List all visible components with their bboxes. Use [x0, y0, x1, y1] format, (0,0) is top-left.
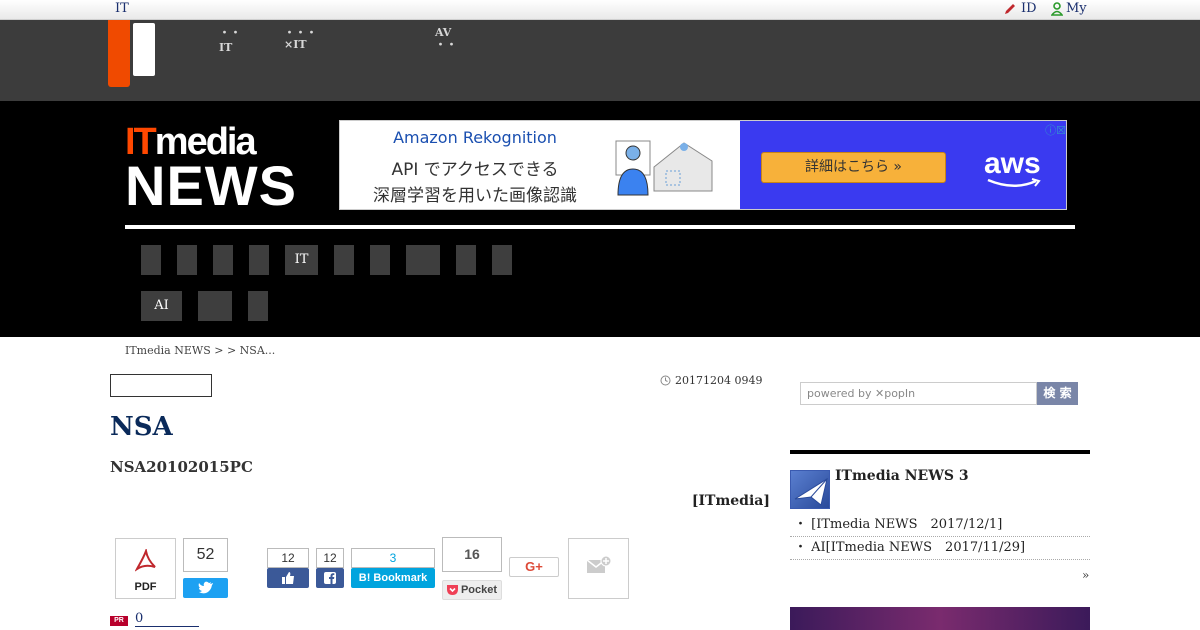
pocket-count: 16: [442, 537, 502, 572]
thumbs-up-icon: [282, 572, 294, 584]
site-nav-item[interactable]: ・・・ ×IT: [284, 27, 317, 51]
ad-line3: 深層学習を用いた画像認識: [373, 186, 577, 206]
tweet-button[interactable]: [183, 578, 228, 598]
pocket-icon: [447, 585, 458, 595]
category-tab-ai[interactable]: AI: [141, 291, 182, 321]
hatena-count: 3: [351, 548, 435, 568]
my-link-label: My: [1066, 1, 1087, 16]
sidebar-ad-image[interactable]: [790, 607, 1090, 630]
pdf-button[interactable]: PDF: [115, 538, 176, 599]
site-nav-item-line2: IT: [219, 41, 233, 54]
category-tab[interactable]: [198, 291, 232, 321]
category-tab[interactable]: [456, 245, 476, 275]
search-input[interactable]: powered by ✕popIn: [800, 382, 1037, 405]
site-nav: [0, 20, 1200, 101]
envelope-icon: [794, 477, 828, 506]
category-tab[interactable]: [492, 245, 512, 275]
pencil-icon: [1005, 3, 1015, 14]
like-count: 12: [267, 548, 309, 568]
site-nav-item[interactable]: ・・ IT: [219, 27, 241, 54]
publish-date-text: 20171204 0949: [675, 374, 763, 387]
tweet-count: 52: [183, 538, 228, 572]
category-tab-it[interactable]: IT: [285, 245, 318, 275]
category-tab[interactable]: [406, 245, 440, 275]
top-utility-bar: IT ID My: [0, 0, 1200, 20]
sidebar-list-item[interactable]: ・ AI[ITmedia NEWS 2017/11/29]: [790, 537, 1090, 560]
category-tab[interactable]: [141, 245, 161, 275]
category-tab[interactable]: [334, 245, 354, 275]
site-label[interactable]: IT: [115, 1, 129, 16]
hatena-bookmark-button[interactable]: B! Bookmark: [351, 568, 435, 588]
id-link-label: ID: [1021, 1, 1037, 16]
itmedia-logo-mark[interactable]: [108, 20, 130, 87]
site-nav-item-line2: ・・: [435, 38, 457, 51]
sidebar-list-item[interactable]: ・ [ITmedia NEWS 2017/12/1]: [790, 514, 1090, 537]
publish-date: 20171204 0949: [660, 374, 762, 387]
mail-share-button[interactable]: [568, 538, 629, 599]
article-label-box: [110, 374, 212, 397]
my-link[interactable]: My: [1051, 1, 1087, 16]
sidebar-list-item-text: AI[ITmedia NEWS 2017/11/29]: [811, 540, 1026, 555]
twitter-icon: [198, 581, 213, 594]
pdf-icon: [135, 549, 156, 572]
header-divider: [125, 225, 1075, 229]
sidebar-divider: [790, 450, 1090, 454]
site-nav-item[interactable]: AV ・・: [435, 27, 457, 51]
brand-logo-news[interactable]: NEWS: [125, 158, 297, 214]
ad-banner[interactable]: Amazon Rekognition API でアクセスできる 深層学習を用いた…: [339, 120, 1067, 210]
sidebar-list-item-text: [ITmedia NEWS 2017/12/1]: [811, 517, 1003, 532]
article-byline: [ITmedia]: [691, 493, 770, 509]
pocket-button[interactable]: Pocket: [442, 580, 502, 600]
article-subtitle: NSA20102015PC: [110, 458, 253, 476]
facebook-share-button[interactable]: [316, 568, 344, 588]
ad-illustration-icon: [615, 140, 713, 196]
aws-logo: aws: [984, 147, 1041, 180]
sidebar-thumbnail[interactable]: [790, 470, 830, 509]
site-nav-item-line2: ×IT: [284, 38, 307, 51]
category-tab[interactable]: [370, 245, 390, 275]
pocket-button-label: Pocket: [460, 584, 498, 596]
share-count: 12: [316, 548, 344, 568]
facebook-icon: [324, 572, 336, 584]
search-button[interactable]: 検 索: [1037, 382, 1078, 405]
mail-add-icon: [586, 555, 612, 573]
category-tab[interactable]: [177, 245, 197, 275]
site-nav-item-line1: ・・: [219, 26, 241, 39]
itmedia-logo-mark-secondary: [133, 23, 155, 76]
user-icon: [1051, 1, 1063, 16]
breadcrumb[interactable]: ITmedia NEWS > > NSA...: [125, 344, 275, 357]
aws-smile-icon: [987, 178, 1041, 187]
category-tab[interactable]: [249, 245, 269, 275]
id-link[interactable]: ID: [1003, 1, 1037, 16]
article-title: NSA: [110, 412, 173, 442]
category-tab[interactable]: [213, 245, 233, 275]
sidebar-section-title[interactable]: ITmedia NEWS 3: [835, 468, 969, 484]
facebook-like-button[interactable]: [267, 568, 309, 588]
pr-badge: PR: [110, 616, 128, 626]
ad-cta-button[interactable]: 詳細はこちら »: [761, 152, 946, 183]
ad-line2: API でアクセスできる: [391, 160, 559, 180]
google-plus-button[interactable]: G+: [509, 557, 559, 577]
ad-cta-panel: 詳細はこちら » aws ⓘ☒: [740, 121, 1066, 209]
clock-icon: [660, 375, 671, 386]
sidebar-more-link[interactable]: »: [1082, 568, 1089, 582]
pdf-button-label: PDF: [134, 581, 157, 593]
pr-link[interactable]: 0: [135, 612, 199, 627]
ad-close-icon[interactable]: ⓘ☒: [1045, 122, 1066, 138]
category-tab[interactable]: [248, 291, 268, 321]
ad-headline: Amazon Rekognition: [393, 128, 557, 147]
